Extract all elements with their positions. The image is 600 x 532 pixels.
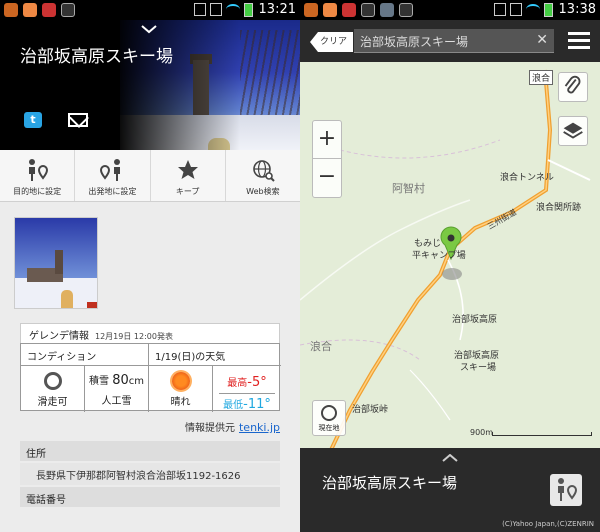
app-notification-icon: [42, 3, 56, 17]
zoom-control: + −: [312, 120, 342, 198]
snow-cell: 積雪 80cm 人工雪: [85, 366, 149, 412]
image-icon: [380, 3, 394, 17]
spot-detail-screen: 13:21 治部坂高原スキー場 t 目的地に設定 出発地に設定 キープ Web検…: [0, 0, 300, 532]
gelande-info-table: コンディション 1/19(日)の天気 滑走可 積雪 80cm 人工雪 晴れ 最高…: [20, 343, 281, 412]
paperclip-icon[interactable]: [558, 72, 588, 102]
app-notification-icon: [342, 3, 356, 17]
battery-icon: [543, 2, 553, 17]
map-toolbar: クリア 治部坂高原スキー場 ✕: [300, 20, 600, 62]
clear-button[interactable]: クリア: [310, 32, 354, 52]
mail-icon[interactable]: [68, 113, 88, 127]
battery-icon: [243, 2, 253, 17]
scale-bar: [492, 432, 592, 436]
clock: 13:38: [558, 2, 596, 17]
action-bar: 目的地に設定 出発地に設定 キープ Web検索: [0, 150, 300, 202]
temperature-cell: 最高-5° 最低-11°: [213, 366, 281, 412]
signal-icon: [493, 3, 506, 16]
wifi-icon: [525, 4, 540, 15]
wifi-icon: [225, 4, 240, 15]
detail-content: ゲレンデ情報 12月19日 12:00発表 コンディション 1/19(日)の天気 …: [0, 203, 300, 532]
star-icon: [177, 160, 198, 179]
address-value[interactable]: 長野県下伊那郡阿智村浪合治部坂1192-1626: [20, 463, 280, 485]
sun-icon: [171, 372, 190, 390]
map-label: 治部坂峠: [352, 405, 389, 415]
map-label: 浪合: [310, 340, 332, 353]
map-label: 浪合: [529, 70, 554, 85]
spot-thumbnail[interactable]: [14, 217, 98, 309]
chevron-up-icon[interactable]: [442, 454, 458, 462]
tel-header: 電話番号: [20, 487, 280, 507]
twitter-icon[interactable]: t: [24, 112, 42, 128]
condition-header: コンディション: [21, 344, 149, 366]
copyright: (C)Yahoo Japan,(C)ZENRIN: [502, 520, 594, 528]
page-title: 治部坂高原スキー場: [20, 47, 173, 67]
map-label: 浪合関所跡: [536, 203, 582, 213]
flag-icon: [61, 3, 75, 17]
set-destination-button[interactable]: 目的地に設定: [0, 150, 76, 201]
zoom-in-button[interactable]: +: [313, 121, 341, 159]
person-pin-icon: [558, 478, 578, 501]
flag-icon: [361, 3, 375, 17]
app-notification-icon: [23, 3, 37, 17]
provider-link[interactable]: tenki.jp: [239, 421, 280, 434]
app-notification-icon: [323, 3, 337, 17]
map-label: 阿智村: [392, 182, 425, 195]
pin-person-icon: [100, 159, 121, 181]
status-bar: 13:21: [0, 0, 300, 20]
web-search-button[interactable]: Web検索: [226, 150, 300, 201]
search-input[interactable]: 治部坂高原スキー場 ✕: [354, 29, 554, 53]
weather-cell: 晴れ: [149, 366, 213, 412]
status-bar: 13:38: [300, 0, 600, 20]
scale-label: 900m: [470, 428, 494, 437]
map-label: 治部坂高原: [452, 315, 498, 325]
download-icon: [399, 3, 413, 17]
map-label: スキー場: [460, 363, 497, 373]
person-pin-icon: [29, 159, 49, 181]
map-label: 平キャンプ場: [412, 251, 466, 261]
sim-icon: [209, 3, 222, 16]
address-header: 住所: [20, 441, 280, 461]
current-location-button[interactable]: 現在地: [312, 400, 346, 436]
globe-search-icon: [253, 160, 275, 182]
crosshair-icon: [321, 405, 337, 421]
signal-icon: [193, 3, 206, 16]
weather-header: 1/19(日)の天気: [149, 344, 281, 366]
place-name: 治部坂高原スキー場: [322, 474, 458, 492]
zoom-out-button[interactable]: −: [313, 159, 341, 197]
layers-icon[interactable]: [558, 116, 588, 146]
set-origin-button[interactable]: 出発地に設定: [75, 150, 151, 201]
info-provider: 情報提供元 tenki.jp: [184, 421, 280, 434]
route-button[interactable]: [550, 474, 582, 506]
app-notification-icon: [304, 3, 318, 17]
close-icon[interactable]: ✕: [536, 32, 548, 48]
keep-button[interactable]: キープ: [151, 150, 226, 201]
chevron-down-icon[interactable]: [141, 24, 157, 34]
gelande-info-header: ゲレンデ情報 12月19日 12:00発表: [20, 323, 280, 343]
circle-ok-icon: [43, 372, 62, 390]
map-label: 浪合トンネル: [500, 173, 554, 183]
slope-status-cell: 滑走可: [21, 366, 85, 412]
app-notification-icon: [4, 3, 18, 17]
clock: 13:21: [258, 2, 296, 17]
header-photo: 治部坂高原スキー場 t: [0, 20, 300, 150]
map-screen: 浪合 阿智村 浪合トンネル 浪合関所跡 三州街道 もみじ 平キャンプ場 治部坂高…: [300, 0, 600, 532]
sim-icon: [509, 3, 522, 16]
menu-icon[interactable]: [568, 32, 590, 50]
place-bottom-sheet[interactable]: 治部坂高原スキー場 (C)Yahoo Japan,(C)ZENRIN: [300, 448, 600, 532]
